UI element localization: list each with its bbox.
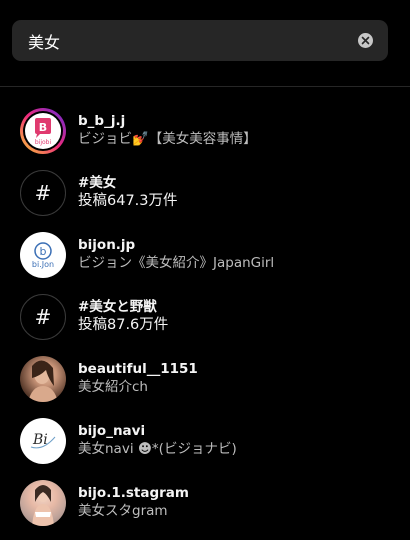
result-subtitle: 美女navi ☻*(ビジョナビ) <box>78 441 237 457</box>
result-title: b_b_j.j <box>78 113 126 129</box>
result-account-b-b-j-j[interactable]: B bijobi b_b_j.j ビジョビ💅【美女美容事情】 <box>0 100 410 162</box>
result-subtitle: ビジョン《美女紹介》JapanGirl <box>78 255 275 271</box>
portrait-photo-icon <box>32 485 54 526</box>
result-account-bijo-navi[interactable]: Bi bijo_navi 美女navi ☻*(ビジョナビ) <box>0 410 410 472</box>
search-results-list: B bijobi b_b_j.j ビジョビ💅【美女美容事情】 # #美女 投稿6… <box>0 100 410 534</box>
search-bar <box>12 20 388 61</box>
result-title: bijo.1.stagram <box>78 485 189 501</box>
clear-search-button[interactable] <box>358 33 373 48</box>
avatar <box>20 480 66 526</box>
svg-text:B: B <box>39 121 47 134</box>
result-title: beautiful__1151 <box>78 361 198 377</box>
result-post-count: 投稿647.3万件 <box>78 193 178 209</box>
result-subtitle: 美女スタgram <box>78 503 168 519</box>
result-hashtag-bijo-to-yaju[interactable]: # #美女と野獣 投稿87.6万件 <box>0 286 410 348</box>
logo-text: bi.Jon <box>31 259 55 269</box>
result-title: #美女 <box>78 175 117 191</box>
portrait-photo-icon <box>28 360 58 402</box>
result-account-beautiful-1151[interactable]: beautiful__1151 美女紹介ch <box>0 348 410 410</box>
avatar: B bijobi <box>20 108 66 154</box>
bijon-logo-icon: b bi.Jon <box>31 241 55 269</box>
result-title: bijo_navi <box>78 423 146 439</box>
result-title: bijon.jp <box>78 237 136 253</box>
avatar: Bi <box>20 418 66 464</box>
result-account-bijo-1-stagram[interactable]: bijo.1.stagram 美女スタgram <box>0 472 410 534</box>
logo-text: Bi <box>33 432 48 448</box>
close-icon <box>361 36 370 45</box>
avatar: b bi.Jon <box>20 232 66 278</box>
result-post-count: 投稿87.6万件 <box>78 317 169 333</box>
result-title: #美女と野獣 <box>78 299 157 315</box>
divider <box>0 86 410 87</box>
svg-text:b: b <box>39 245 46 258</box>
result-subtitle: ビジョビ💅【美女美容事情】 <box>78 131 257 147</box>
bijobi-logo-icon: B bijobi <box>25 113 61 149</box>
search-input[interactable] <box>12 20 388 61</box>
result-subtitle: 美女紹介ch <box>78 379 148 395</box>
search-screen: B bijobi b_b_j.j ビジョビ💅【美女美容事情】 # #美女 投稿6… <box>0 0 410 540</box>
logo-text: bijobi <box>34 138 52 146</box>
hashtag-icon: # <box>20 170 66 216</box>
bijo-navi-logo-icon: Bi <box>28 431 58 451</box>
avatar <box>20 356 66 402</box>
result-account-bijon-jp[interactable]: b bi.Jon bijon.jp ビジョン《美女紹介》JapanGirl <box>0 224 410 286</box>
hashtag-icon: # <box>20 294 66 340</box>
result-hashtag-bijo[interactable]: # #美女 投稿647.3万件 <box>0 162 410 224</box>
